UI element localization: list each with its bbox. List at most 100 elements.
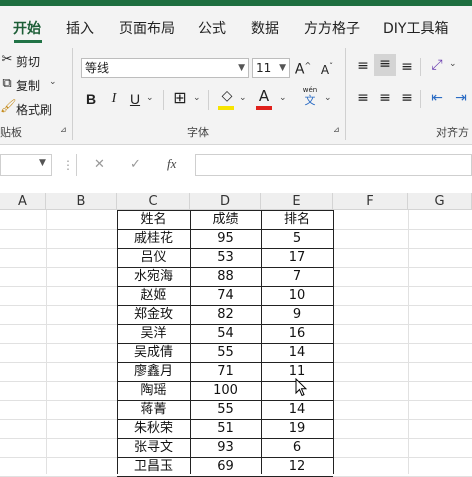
increase-font-size-button[interactable]: A^ [294, 56, 312, 80]
copy-icon: ⧉ [2, 76, 12, 91]
name-cell[interactable]: 陶瑶 [117, 381, 190, 400]
italic-button[interactable]: I [107, 89, 121, 109]
align-bottom-icon[interactable]: ≡ [398, 57, 416, 77]
score-cell[interactable]: 71 [190, 362, 261, 381]
copy-button[interactable]: 复制 [16, 77, 40, 94]
score-cell[interactable]: 100 [190, 381, 261, 400]
chevron-down-icon[interactable]: ⌄ [324, 93, 332, 103]
score-cell[interactable]: 51 [190, 419, 261, 438]
name-box[interactable]: ▼ [0, 154, 52, 176]
table-header-cell[interactable]: 姓名 [117, 210, 190, 229]
score-cell[interactable]: 95 [190, 229, 261, 248]
align-center-icon[interactable]: ≡ [376, 88, 394, 108]
column-header-b[interactable]: B [46, 193, 117, 210]
ribbon: ✂ 剪切 ⧉ 复制 ⌄ 🖌 格式刷 贴板 ⊿ 等线 ▼ 11 ▼ A^ Aˇ B… [0, 44, 472, 145]
phonetic-guide-button[interactable]: wén 文 [298, 86, 322, 110]
name-cell[interactable]: 水宛海 [117, 267, 190, 286]
bold-button[interactable]: B [84, 89, 98, 109]
name-cell[interactable]: 戚桂花 [117, 229, 190, 248]
align-left-icon[interactable]: ≡ [354, 88, 372, 108]
insert-function-button[interactable]: fx [167, 156, 176, 172]
cut-button[interactable]: 剪切 [16, 53, 40, 70]
increase-indent-icon[interactable]: ⇥ [452, 88, 470, 108]
name-cell[interactable]: 吕仪 [117, 248, 190, 267]
score-cell[interactable]: 69 [190, 457, 261, 476]
name-cell[interactable]: 吴洋 [117, 324, 190, 343]
align-right-icon[interactable]: ≡ [398, 88, 416, 108]
rank-cell[interactable]: 19 [261, 419, 333, 438]
table-header-cell[interactable]: 成绩 [190, 210, 261, 229]
score-cell[interactable]: 74 [190, 286, 261, 305]
score-cell[interactable]: 88 [190, 267, 261, 286]
tab-formulas[interactable]: 公式 [198, 18, 226, 38]
dialog-launcher-icon[interactable]: ⊿ [60, 125, 67, 134]
name-cell[interactable]: 吴成倩 [117, 343, 190, 362]
name-cell[interactable]: 卫昌玉 [117, 457, 190, 476]
rank-cell[interactable]: 16 [261, 324, 333, 343]
enter-icon[interactable]: ✓ [130, 157, 141, 172]
chevron-down-icon[interactable]: ⌄ [49, 77, 57, 87]
fill-color-swatch [218, 106, 234, 110]
underline-button[interactable]: U [128, 89, 142, 109]
chevron-down-icon[interactable]: ▼ [39, 158, 46, 168]
score-cell[interactable]: 93 [190, 438, 261, 457]
name-cell[interactable]: 廖鑫月 [117, 362, 190, 381]
chevron-down-icon[interactable]: ⌄ [146, 93, 154, 103]
tab-page-layout[interactable]: 页面布局 [119, 18, 175, 38]
rank-cell[interactable]: 14 [261, 400, 333, 419]
decrease-font-size-button[interactable]: Aˇ [318, 57, 336, 80]
column-header-d[interactable]: D [190, 193, 261, 210]
score-cell[interactable]: 55 [190, 343, 261, 362]
column-header-c[interactable]: C [117, 193, 190, 210]
rank-cell[interactable]: 5 [261, 229, 333, 248]
score-cell[interactable]: 55 [190, 400, 261, 419]
score-cell[interactable]: 53 [190, 248, 261, 267]
chevron-down-icon[interactable]: ⌄ [279, 93, 287, 103]
decrease-indent-icon[interactable]: ⇤ [428, 88, 446, 108]
rank-cell[interactable]: 7 [261, 267, 333, 286]
rank-cell[interactable]: 6 [261, 438, 333, 457]
tab-fangfang[interactable]: 方方格子 [304, 18, 360, 38]
formula-bar: ▼ ⋮ ✕ ✓ fx [0, 145, 472, 187]
rank-cell[interactable]: 17 [261, 248, 333, 267]
chevron-down-icon[interactable]: ⌄ [449, 59, 457, 69]
rank-cell[interactable]: 10 [261, 286, 333, 305]
name-cell[interactable]: 朱秋荣 [117, 419, 190, 438]
column-header-f[interactable]: F [333, 193, 408, 210]
tab-insert[interactable]: 插入 [66, 18, 94, 38]
chevron-down-icon[interactable]: ⌄ [239, 93, 247, 103]
score-cell[interactable]: 82 [190, 305, 261, 324]
rank-cell[interactable]: 9 [261, 305, 333, 324]
fill-color-icon[interactable]: ◇ [218, 86, 236, 106]
column-header-a[interactable]: A [0, 193, 46, 210]
tab-diy-toolbox[interactable]: DIY工具箱 [383, 18, 448, 38]
orientation-icon[interactable]: ⤢ [428, 55, 446, 75]
chevron-down-icon[interactable]: ▼ [279, 59, 286, 77]
name-cell[interactable]: 蒋菁 [117, 400, 190, 419]
format-painter-button[interactable]: 格式刷 [16, 101, 52, 118]
rank-cell[interactable]: 14 [261, 343, 333, 362]
score-cell[interactable]: 54 [190, 324, 261, 343]
font-name-combo[interactable]: 等线 ▼ [81, 58, 249, 78]
align-middle-icon[interactable]: ≡ [374, 54, 396, 76]
dialog-launcher-icon[interactable]: ⊿ [333, 125, 340, 134]
column-header-g[interactable]: G [408, 193, 472, 210]
font-size-combo[interactable]: 11 ▼ [252, 58, 290, 78]
name-cell[interactable]: 郑金玫 [117, 305, 190, 324]
column-header-e[interactable]: E [261, 193, 333, 210]
more-options-icon[interactable]: ⋮ [62, 158, 74, 172]
formula-input[interactable] [195, 154, 472, 176]
tab-home[interactable]: 开始 [13, 18, 41, 38]
name-cell[interactable]: 张寻文 [117, 438, 190, 457]
font-color-button[interactable]: A [256, 86, 272, 106]
name-cell[interactable]: 赵姬 [117, 286, 190, 305]
borders-icon[interactable]: ⊞ [171, 88, 189, 108]
rank-cell[interactable]: 12 [261, 457, 333, 476]
align-top-icon[interactable]: ≡ [354, 56, 372, 76]
chevron-down-icon[interactable]: ⌄ [193, 93, 201, 103]
chevron-down-icon[interactable]: ▼ [238, 59, 245, 77]
table-header-cell[interactable]: 排名 [261, 210, 333, 229]
paintbrush-icon: 🖌 [0, 99, 17, 114]
cancel-icon[interactable]: ✕ [94, 157, 105, 172]
tab-data[interactable]: 数据 [251, 18, 279, 38]
